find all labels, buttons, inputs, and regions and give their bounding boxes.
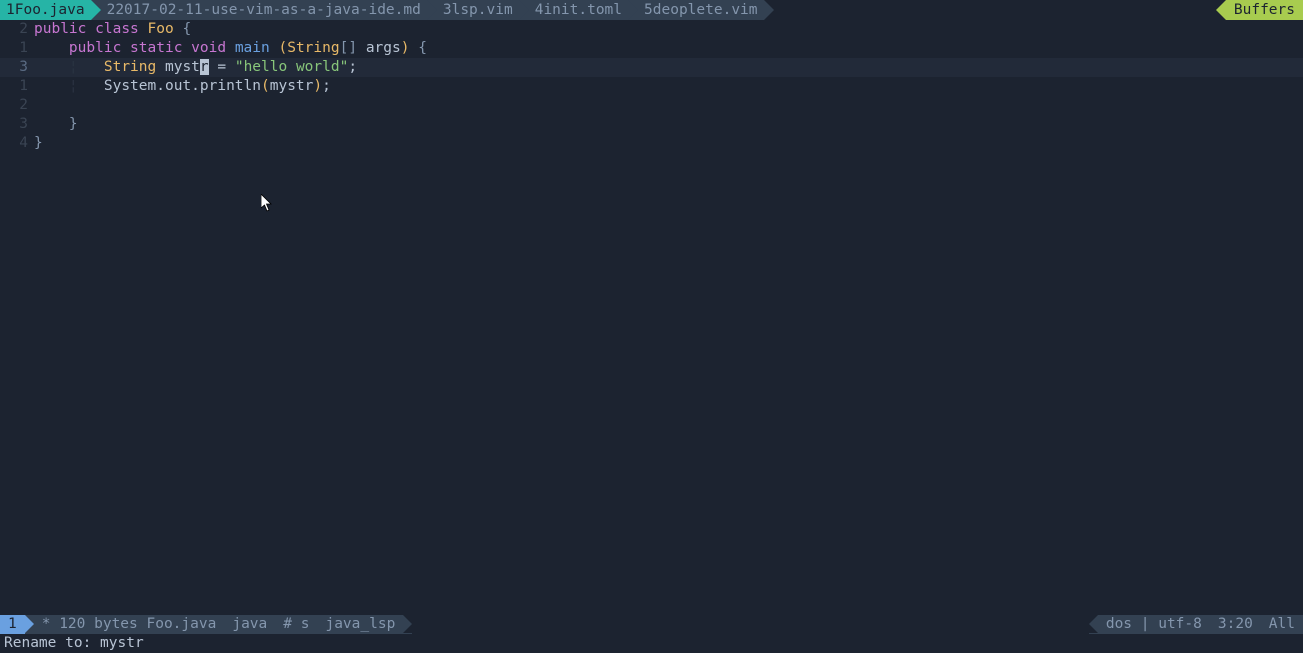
- status-line: 1 * 120 bytes Foo.java java # s java_lsp…: [0, 615, 1303, 634]
- tab-separator-icon: [628, 0, 638, 20]
- tab-lsp-vim[interactable]: 3 lsp.vim: [437, 0, 519, 20]
- editor-area[interactable]: 2 public class Foo { 1 public static voi…: [0, 20, 1303, 153]
- line-number: 1: [0, 77, 34, 96]
- tab-deoplete-vim[interactable]: 5 deoplete.vim: [638, 0, 764, 20]
- code-line: 1 ¦ System.out.println(mystr);: [0, 77, 1303, 96]
- status-separator-icon: [1089, 615, 1098, 633]
- code-line: 4 }: [0, 134, 1303, 153]
- line-number: 3: [0, 58, 34, 77]
- text-cursor: r: [200, 59, 209, 75]
- tab-line: 1 Foo.java 2 2017-02-11-use-vim-as-a-jav…: [0, 0, 1303, 20]
- line-number: 1: [0, 39, 34, 58]
- buffers-label[interactable]: Buffers: [1226, 0, 1303, 20]
- tab-init-toml[interactable]: 4 init.toml: [529, 0, 628, 20]
- code-line: 2 public class Foo {: [0, 20, 1303, 39]
- line-number: 2: [0, 96, 34, 115]
- status-position: 3:20: [1210, 615, 1261, 634]
- tab-separator-icon: [91, 0, 101, 20]
- code-line: 3 }: [0, 115, 1303, 134]
- code-line: 2: [0, 96, 1303, 115]
- line-number: 2: [0, 20, 34, 39]
- status-separator-icon: [403, 615, 412, 633]
- status-mode: 1: [0, 615, 25, 634]
- tab-separator-icon: [519, 0, 529, 20]
- status-filetype: java: [224, 615, 275, 634]
- status-fileinfo: * 120 bytes Foo.java: [34, 615, 225, 634]
- mouse-cursor-icon: [261, 194, 273, 212]
- tab-separator-icon: [427, 0, 437, 20]
- buffers-separator-icon: [1216, 0, 1226, 20]
- status-encoding: dos | utf-8: [1098, 615, 1210, 634]
- code-line-current: 3 ¦ String mystr = "hello world";: [0, 58, 1303, 77]
- line-number: 4: [0, 134, 34, 153]
- status-percent: All: [1261, 615, 1303, 634]
- status-lsp: java_lsp: [317, 615, 403, 634]
- tab-md[interactable]: 2 2017-02-11-use-vim-as-a-java-ide.md: [101, 0, 427, 20]
- tab-foo-java[interactable]: 1 Foo.java: [0, 0, 91, 20]
- status-separator-icon: [25, 615, 34, 633]
- tab-separator-icon: [764, 0, 774, 20]
- status-branch: # s: [275, 615, 317, 634]
- command-line[interactable]: Rename to: mystr: [0, 634, 1303, 653]
- code-line: 1 public static void main (String[] args…: [0, 39, 1303, 58]
- line-number: 3: [0, 115, 34, 134]
